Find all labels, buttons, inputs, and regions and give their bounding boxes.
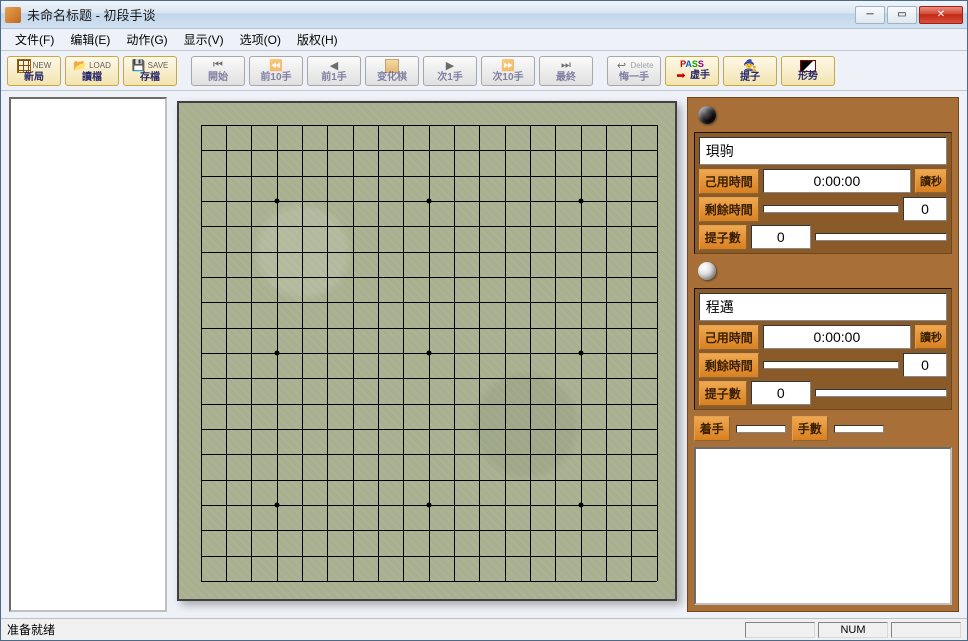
status-cell-1: [745, 622, 815, 638]
maximize-button[interactable]: ▭: [887, 6, 917, 24]
pass-button[interactable]: PASS ➡虚手: [665, 56, 719, 86]
titlebar[interactable]: 未命名标题 - 初段手谈 ─ ▭ ✕: [1, 1, 967, 29]
white-player-name: 程邁: [699, 293, 947, 321]
white-byoyomi-count: 0: [903, 353, 947, 377]
white-stone-icon: [698, 262, 716, 280]
back1-button[interactable]: ◀ 前1手: [307, 56, 361, 86]
save-button[interactable]: 💾SAVE 存檔: [123, 56, 177, 86]
black-elapsed-label[interactable]: 己用時間: [699, 169, 759, 194]
bw-icon: [800, 60, 816, 72]
back10-button[interactable]: ⏪ 前10手: [249, 56, 303, 86]
fast-fwd-icon: ⏩: [501, 59, 515, 73]
comment-textarea[interactable]: [694, 447, 952, 605]
hint-icon: 🧙: [743, 59, 757, 73]
minimize-button[interactable]: ─: [855, 6, 885, 24]
undo-button[interactable]: ↩Delete 悔一手: [607, 56, 661, 86]
statusbar: 准备就绪 NUM: [1, 618, 967, 640]
board-container: [173, 97, 681, 612]
folder-open-icon: 📂: [73, 59, 87, 73]
content-area: 珼驹 己用時間 0:00:00 讀秒 剩餘時間 0 提子數 0: [1, 91, 967, 618]
white-elapsed-label[interactable]: 己用時間: [699, 325, 759, 350]
move-count-label[interactable]: 手數: [792, 416, 828, 441]
shape-button[interactable]: 形势: [781, 56, 835, 86]
menu-options[interactable]: 选项(O): [232, 29, 289, 50]
undo-icon: ↩: [614, 59, 628, 73]
go-end-button[interactable]: ⏭ 最終: [539, 56, 593, 86]
last-move-value: [736, 425, 786, 433]
grid-icon: [17, 59, 31, 73]
step-back-icon: ◀: [327, 59, 341, 73]
rewind-icon: ⏪: [269, 59, 283, 73]
black-byoyomi-button[interactable]: 讀秒: [915, 169, 947, 193]
arrow-icon: ➡: [674, 69, 688, 83]
menu-about[interactable]: 版权(H): [289, 29, 346, 50]
white-byoyomi-button[interactable]: 讀秒: [915, 325, 947, 349]
black-stone-icon: [698, 106, 716, 124]
hint-button[interactable]: 🧙 提子: [723, 56, 777, 86]
menu-file[interactable]: 文件(F): [7, 29, 62, 50]
turn-indicator-white: [694, 260, 952, 282]
window-title: 未命名标题 - 初段手谈: [27, 5, 855, 24]
close-button[interactable]: ✕: [919, 6, 963, 24]
black-elapsed-value: 0:00:00: [763, 169, 911, 193]
black-remaining-label[interactable]: 剩餘時間: [699, 197, 759, 222]
pass-icon: PASS: [680, 59, 704, 69]
close-icon: ✕: [937, 9, 945, 20]
menu-view[interactable]: 显示(V): [176, 29, 232, 50]
black-player-block: 珼驹 己用時間 0:00:00 讀秒 剩餘時間 0 提子數 0: [694, 132, 952, 254]
black-remaining-value: [763, 205, 899, 213]
menu-edit[interactable]: 编辑(E): [62, 29, 118, 50]
fwd10-button[interactable]: ⏩ 次10手: [481, 56, 535, 86]
fwd1-button[interactable]: ▶ 次1手: [423, 56, 477, 86]
black-player-name: 珼驹: [699, 137, 947, 165]
go-last-icon: ⏭: [559, 59, 573, 73]
white-captures-value: 0: [751, 381, 811, 405]
move-list-panel[interactable]: [9, 97, 167, 612]
move-count-value: [834, 425, 884, 433]
info-panel: 珼驹 己用時間 0:00:00 讀秒 剩餘時間 0 提子數 0: [687, 97, 959, 612]
white-player-block: 程邁 己用時間 0:00:00 讀秒 剩餘時間 0 提子數 0: [694, 288, 952, 410]
app-icon: [5, 7, 21, 23]
white-remaining-label[interactable]: 剩餘時間: [699, 353, 759, 378]
black-captures-label[interactable]: 提子數: [699, 225, 747, 250]
variation-icon: [385, 59, 399, 73]
app-window: 未命名标题 - 初段手谈 ─ ▭ ✕ 文件(F) 编辑(E) 动作(G) 显示(…: [0, 0, 968, 641]
black-byoyomi-count: 0: [903, 197, 947, 221]
black-captures-value: 0: [751, 225, 811, 249]
load-button[interactable]: 📂LOAD 讀檔: [65, 56, 119, 86]
status-cell-3: [891, 622, 961, 638]
maximize-icon: ▭: [897, 9, 906, 20]
white-captures2-value: [815, 389, 947, 397]
variation-button[interactable]: 变化棋: [365, 56, 419, 86]
turn-indicator-black: [694, 104, 952, 126]
status-text: 准备就绪: [7, 621, 742, 638]
last-move-label[interactable]: 着手: [694, 416, 730, 441]
white-remaining-value: [763, 361, 899, 369]
move-info-row: 着手 手數: [694, 416, 952, 441]
go-start-button[interactable]: ⏮ 開始: [191, 56, 245, 86]
status-numlock: NUM: [818, 622, 888, 638]
black-captures2-value: [815, 233, 947, 241]
menubar: 文件(F) 编辑(E) 动作(G) 显示(V) 选项(O) 版权(H): [1, 29, 967, 51]
floppy-icon: 💾: [132, 59, 146, 73]
new-game-button[interactable]: NEW 新局: [7, 56, 61, 86]
go-first-icon: ⏮: [211, 59, 225, 73]
white-captures-label[interactable]: 提子數: [699, 381, 747, 406]
go-board[interactable]: [177, 101, 677, 601]
minimize-icon: ─: [866, 9, 873, 20]
step-fwd-icon: ▶: [443, 59, 457, 73]
toolbar: NEW 新局 📂LOAD 讀檔 💾SAVE 存檔 ⏮ 開始 ⏪ 前10手 ◀ 前…: [1, 51, 967, 91]
white-elapsed-value: 0:00:00: [763, 325, 911, 349]
menu-action[interactable]: 动作(G): [118, 29, 175, 50]
